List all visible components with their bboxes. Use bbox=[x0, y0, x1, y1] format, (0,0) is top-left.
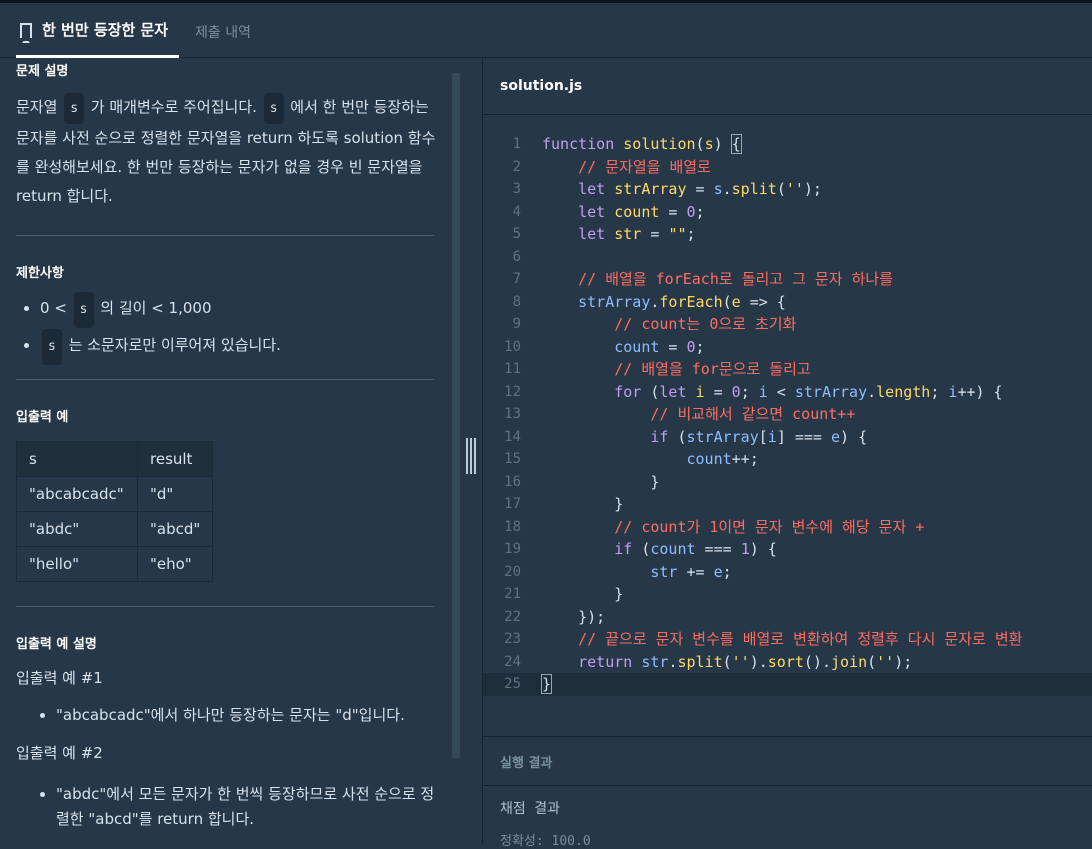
code-line: 9 // count는 0으로 초기화 bbox=[512, 315, 797, 333]
code-line: 23 // 끝으로 문자 변수를 배열로 변환하여 정렬후 다시 문자로 변환 bbox=[504, 630, 1023, 648]
accuracy-text: 정확성: 100.0 bbox=[500, 834, 591, 849]
code-line: 14 if (strArray[i] === e) { bbox=[504, 427, 868, 446]
description-text: 문자열 s 가 매개변수로 주어집니다. s 에서 한 번만 등장하는 문자를 … bbox=[16, 93, 436, 211]
code-line: 10 count = 0; bbox=[504, 337, 705, 356]
constraints-title: 제한사항 bbox=[16, 266, 64, 281]
top-bar: 한 번만 등장한 문자 제출 내역 bbox=[0, 0, 1092, 58]
list-item: "abdc"에서 모든 문자가 한 번씩 등장하므로 사전 순으로 정렬한 "a… bbox=[56, 782, 446, 832]
panel-resize-handle[interactable] bbox=[466, 438, 478, 474]
table-cell: "hello" bbox=[16, 546, 138, 582]
divider bbox=[16, 379, 434, 380]
table-header: s bbox=[16, 441, 138, 477]
bookmark-icon[interactable] bbox=[20, 22, 32, 43]
code-line: 17 } bbox=[504, 495, 624, 513]
code-chip: s bbox=[64, 93, 85, 124]
table-cell: "d" bbox=[136, 476, 214, 512]
code-line: 4 let count = 0; bbox=[512, 202, 705, 221]
code-line: 21 } bbox=[504, 585, 624, 603]
code-line: 1 function solution(s) { bbox=[512, 134, 742, 154]
code-line: 20 str += e; bbox=[504, 562, 732, 581]
table-row: "abcabcadc" "d" bbox=[16, 476, 214, 512]
code-chip: s bbox=[73, 292, 94, 328]
table-cell: "eho" bbox=[136, 546, 214, 582]
description-title: 문제 설명 bbox=[16, 64, 69, 79]
divider bbox=[16, 606, 434, 607]
code-line: 15 count++; bbox=[504, 450, 759, 468]
table-header: result bbox=[136, 441, 214, 477]
file-tab[interactable]: solution.js bbox=[483, 58, 1092, 115]
table-cell: "abdc" bbox=[16, 511, 138, 547]
divider bbox=[16, 235, 434, 236]
result-output: 채점 결과 정확성: 100.0 bbox=[483, 786, 1092, 849]
io-title: 입출력 예 bbox=[16, 410, 69, 425]
code-line: 8 strArray.forEach(e => { bbox=[512, 292, 786, 311]
table-header-row: s result bbox=[16, 441, 214, 477]
tab-problem[interactable]: 한 번만 등장한 문자 bbox=[16, 3, 179, 58]
grading-result: 채점 결과 bbox=[500, 801, 560, 817]
table-cell: "abcabcadc" bbox=[16, 476, 138, 512]
list-item: "abcabcadc"에서 하나만 등장하는 문자는 "d"입니다. bbox=[56, 703, 434, 727]
code-line: 13 // 비교해서 같으면 count++ bbox=[504, 405, 856, 423]
code-line: 18 // count가 1이면 문자 변수에 해당 문자 + bbox=[504, 517, 925, 536]
editor-panel: solution.js 1 function solution(s) { 2 //… bbox=[482, 58, 1092, 849]
example-title: 입출력 예 #1 bbox=[16, 669, 103, 687]
scrollbar[interactable] bbox=[452, 73, 460, 758]
example-list: "abdc"에서 모든 문자가 한 번씩 등장하므로 사전 순으로 정렬한 "a… bbox=[16, 782, 446, 832]
example-list: "abcabcadc"에서 하나만 등장하는 문자는 "d"입니다. bbox=[16, 703, 434, 727]
table-cell: "abcd" bbox=[136, 511, 214, 547]
io-table: s result "abcabcadc" "d" "abdc" "abcd" "… bbox=[16, 441, 214, 582]
problem-panel[interactable]: 문제 설명 문자열 s 가 매개변수로 주어집니다. s 에서 한 번만 등장하… bbox=[0, 58, 450, 845]
code-chip: s bbox=[42, 329, 62, 365]
code-line: 11 // 배열을 for문으로 돌리고 bbox=[504, 360, 811, 378]
list-item: 0 < s 의 길이 < 1,000 bbox=[40, 291, 434, 328]
code-line: 12 for (let i = 0; i < strArray.length; … bbox=[504, 382, 1003, 401]
table-row: "abdc" "abcd" bbox=[16, 511, 214, 547]
code-line: 6 bbox=[512, 248, 521, 265]
example-title: 입출력 예 #2 bbox=[16, 744, 103, 762]
table-row: "hello" "eho" bbox=[16, 546, 214, 582]
code-line-current: 25} bbox=[483, 673, 1092, 696]
code-line: 2 // 문자열을 배열로 bbox=[512, 157, 711, 176]
constraints-list: 0 < s 의 길이 < 1,000 s 는 소문자로만 이루어져 있습니다. bbox=[16, 291, 434, 365]
code-line: 3 let strArray = s.split(''); bbox=[512, 180, 822, 198]
code-line: 7 // 배열을 forEach로 돌리고 그 문자 하나를 bbox=[512, 270, 893, 288]
tab-submissions[interactable]: 제출 내역 bbox=[195, 22, 251, 42]
code-line: 22 }); bbox=[504, 607, 606, 626]
list-item: s 는 소문자로만 이루어져 있습니다. bbox=[40, 328, 434, 365]
code-line: 16 } bbox=[504, 472, 660, 491]
code-line: 5 let str = ""; bbox=[512, 225, 696, 243]
tab-problem-label: 한 번만 등장한 문자 bbox=[42, 20, 169, 39]
code-chip: s bbox=[263, 93, 284, 124]
code-editor[interactable]: 1 function solution(s) { 2 // 문자열을 배열로 3 … bbox=[483, 115, 1092, 736]
code-line: 19 if (count === 1) { bbox=[504, 540, 777, 558]
code-line: 24 return str.split('').sort().join(''); bbox=[504, 652, 913, 671]
io-explain-title: 입출력 예 설명 bbox=[16, 637, 97, 652]
result-header[interactable]: 실행 결과 bbox=[483, 736, 1092, 786]
